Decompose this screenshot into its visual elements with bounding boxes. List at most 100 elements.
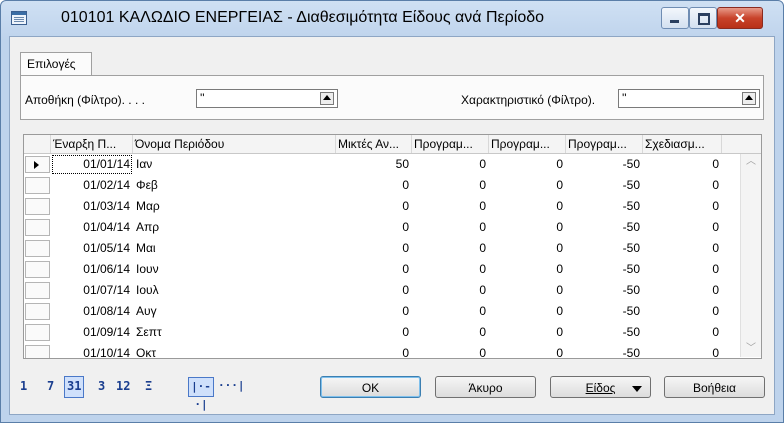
column-header[interactable]: Μικτές Αν... <box>336 135 412 153</box>
table-cell[interactable]: 0 <box>643 301 722 322</box>
table-cell[interactable]: 0 <box>412 280 489 301</box>
table-cell[interactable]: 0 <box>412 196 489 217</box>
table-cell[interactable]: 01/01/14 <box>51 154 133 175</box>
table-cell[interactable]: 0 <box>336 322 412 343</box>
table-cell[interactable]: 0 <box>643 259 722 280</box>
table-cell[interactable]: -50 <box>566 217 643 238</box>
table-cell[interactable]: -50 <box>566 175 643 196</box>
row-selector[interactable] <box>25 282 50 299</box>
table-cell[interactable]: 0 <box>643 154 722 175</box>
period-day-button[interactable]: 1 <box>20 376 27 396</box>
table-cell[interactable]: 0 <box>412 217 489 238</box>
table-cell[interactable]: Ιουν <box>133 259 336 280</box>
table-cell[interactable]: 0 <box>412 259 489 280</box>
table-cell[interactable]: 0 <box>643 280 722 301</box>
scroll-down-icon[interactable]: ﹀ <box>741 341 761 357</box>
table-cell[interactable]: Μαι <box>133 238 336 259</box>
location-filter-field[interactable]: '' <box>196 89 338 108</box>
table-row[interactable]: 01/06/14 Ιουν 0 0 0 -50 0 <box>24 259 724 280</box>
table-cell[interactable]: 50 <box>336 154 412 175</box>
table-cell[interactable]: 0 <box>336 196 412 217</box>
table-cell[interactable]: 0 <box>489 301 566 322</box>
period-month-button[interactable]: 31 <box>64 376 85 398</box>
table-cell[interactable]: 0 <box>489 217 566 238</box>
table-cell[interactable]: 0 <box>489 154 566 175</box>
vertical-scrollbar[interactable]: ︿ ﹀ <box>740 154 761 357</box>
ok-button[interactable]: OK <box>320 376 421 398</box>
table-cell[interactable]: 0 <box>643 322 722 343</box>
table-cell[interactable]: Ιουλ <box>133 280 336 301</box>
period-quarter-button[interactable]: 3 <box>98 376 105 396</box>
item-menu-button[interactable]: Είδος <box>550 376 651 398</box>
table-cell[interactable]: 01/06/14 <box>51 259 133 280</box>
table-cell[interactable]: -50 <box>566 196 643 217</box>
table-cell[interactable]: Απρ <box>133 217 336 238</box>
table-cell[interactable]: Μαρ <box>133 196 336 217</box>
lookup-arrow-icon[interactable] <box>742 92 756 105</box>
table-row[interactable]: 01/05/14 Μαι 0 0 0 -50 0 <box>24 238 724 259</box>
table-cell[interactable]: 0 <box>412 301 489 322</box>
table-cell[interactable]: 0 <box>336 343 412 358</box>
table-cell[interactable]: 0 <box>489 196 566 217</box>
variant-filter-field[interactable]: '' <box>618 89 760 108</box>
row-selector[interactable] <box>25 177 50 194</box>
table-cell[interactable]: 0 <box>412 238 489 259</box>
scroll-up-icon[interactable]: ︿ <box>741 154 761 170</box>
close-button[interactable]: ✕ <box>717 7 763 29</box>
table-cell[interactable]: 0 <box>489 238 566 259</box>
row-selector[interactable] <box>25 324 50 341</box>
row-selector[interactable] <box>25 303 50 320</box>
maximize-button[interactable] <box>689 7 717 29</box>
table-cell[interactable]: 0 <box>489 175 566 196</box>
lookup-arrow-icon[interactable] <box>320 92 334 105</box>
table-cell[interactable]: 0 <box>412 322 489 343</box>
column-header[interactable]: Έναρξη Π... <box>51 135 133 153</box>
table-cell[interactable]: 0 <box>489 343 566 358</box>
table-cell[interactable]: 0 <box>336 280 412 301</box>
cancel-button[interactable]: Άκυρο <box>435 376 536 398</box>
table-cell[interactable]: 0 <box>412 154 489 175</box>
column-header[interactable]: Προγραμ... <box>412 135 489 153</box>
help-button[interactable]: Βοήθεια <box>664 376 765 398</box>
table-cell[interactable]: 01/04/14 <box>51 217 133 238</box>
table-cell[interactable]: Οκτ <box>133 343 336 358</box>
table-cell[interactable]: 01/08/14 <box>51 301 133 322</box>
row-selector[interactable] <box>25 345 50 358</box>
table-row[interactable]: 01/02/14 Φεβ 0 0 0 -50 0 <box>24 175 724 196</box>
table-cell[interactable]: 01/10/14 <box>51 343 133 358</box>
table-cell[interactable]: Φεβ <box>133 175 336 196</box>
table-cell[interactable]: Αυγ <box>133 301 336 322</box>
net-change-icon[interactable]: |·-·| <box>188 377 214 411</box>
title-bar[interactable]: 010101 ΚΑΛΩΔΙΟ ΕΝΕΡΓΕΙΑΣ - Διαθεσιμότητα… <box>1 1 783 35</box>
table-row[interactable]: 01/03/14 Μαρ 0 0 0 -50 0 <box>24 196 724 217</box>
minimize-button[interactable] <box>661 7 689 29</box>
table-row[interactable]: 01/07/14 Ιουλ 0 0 0 -50 0 <box>24 280 724 301</box>
table-row[interactable]: 01/10/14 Οκτ 0 0 0 -50 0 <box>24 343 724 358</box>
table-cell[interactable]: 0 <box>336 238 412 259</box>
table-cell[interactable]: 0 <box>643 217 722 238</box>
table-cell[interactable]: 0 <box>643 238 722 259</box>
table-cell[interactable]: Σεπτ <box>133 322 336 343</box>
table-cell[interactable]: -50 <box>566 280 643 301</box>
table-cell[interactable]: -50 <box>566 343 643 358</box>
table-cell[interactable]: -50 <box>566 322 643 343</box>
table-cell[interactable]: 0 <box>412 175 489 196</box>
table-cell[interactable]: 0 <box>336 259 412 280</box>
table-cell[interactable]: 0 <box>489 259 566 280</box>
column-header[interactable]: Προγραμ... <box>489 135 566 153</box>
table-cell[interactable]: -50 <box>566 154 643 175</box>
table-cell[interactable]: 0 <box>336 175 412 196</box>
table-cell[interactable]: 01/05/14 <box>51 238 133 259</box>
table-cell[interactable]: 01/07/14 <box>51 280 133 301</box>
row-selector[interactable] <box>25 219 50 236</box>
table-row[interactable]: 01/04/14 Απρ 0 0 0 -50 0 <box>24 217 724 238</box>
balance-at-date-icon[interactable]: ···| <box>218 377 245 395</box>
row-selector[interactable] <box>25 261 50 278</box>
table-cell[interactable]: 0 <box>412 343 489 358</box>
table-cell[interactable]: 01/03/14 <box>51 196 133 217</box>
table-row[interactable]: 01/01/14 Ιαν 50 0 0 -50 0 <box>24 154 724 175</box>
table-cell[interactable]: -50 <box>566 301 643 322</box>
table-cell[interactable]: 0 <box>336 301 412 322</box>
table-cell[interactable]: Ιαν <box>133 154 336 175</box>
row-selector[interactable] <box>25 240 50 257</box>
